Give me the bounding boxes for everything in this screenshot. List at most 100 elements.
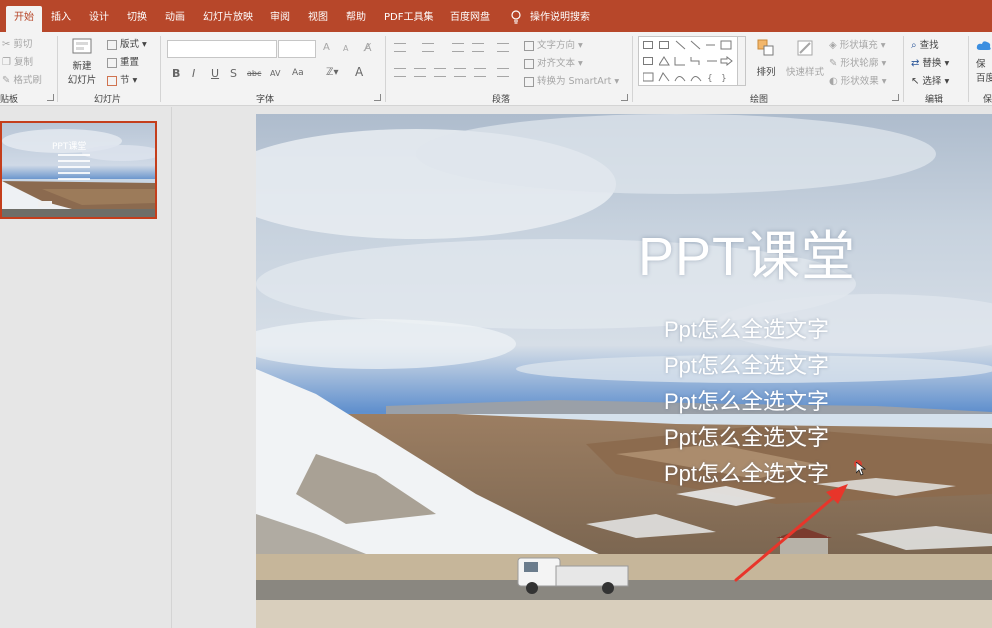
- text-direction-label: 文字方向: [537, 40, 576, 51]
- text-shadow-button[interactable]: S: [230, 67, 237, 80]
- more-shapes-icon[interactable]: { }: [643, 72, 735, 82]
- italic-button[interactable]: I: [192, 67, 195, 80]
- shape-outline-button[interactable]: ✎ 形状轮廓 ▾: [829, 55, 886, 69]
- ribbon-tab-bar: 开始 插入 设计 切换 动画 幻灯片放映 审阅 视图 帮助 PDF工具集 百度网…: [0, 0, 992, 32]
- align-left-icon[interactable]: [394, 68, 406, 77]
- clear-format-icon[interactable]: A̸: [364, 41, 372, 54]
- shape-gallery[interactable]: { }: [638, 36, 738, 86]
- lightbulb-icon[interactable]: [510, 10, 522, 24]
- save-baidu-button[interactable]: 保 百度: [976, 40, 992, 84]
- numbering-icon[interactable]: [422, 43, 434, 52]
- line-spacing-icon[interactable]: [497, 43, 509, 52]
- drawing-launcher-icon[interactable]: [892, 94, 899, 101]
- clipboard-launcher-icon[interactable]: [47, 94, 54, 101]
- slide-text-line-1[interactable]: Ppt怎么全选文字: [664, 312, 829, 344]
- separator: [903, 36, 904, 102]
- bold-button[interactable]: B: [172, 67, 180, 80]
- search-icon: ⌕: [911, 40, 917, 51]
- textbox-shape-icon[interactable]: [643, 41, 653, 49]
- layout-label: 版式: [120, 39, 140, 50]
- font-color-button[interactable]: A: [355, 65, 363, 79]
- strikethrough-button[interactable]: abc: [247, 69, 261, 78]
- copy-button[interactable]: ❐ 复制: [2, 54, 33, 68]
- font-name-input[interactable]: [167, 40, 277, 58]
- decrease-indent-icon[interactable]: [452, 43, 464, 52]
- tab-view[interactable]: 视图: [308, 6, 328, 32]
- text-direction-icon: [524, 40, 534, 51]
- tab-design[interactable]: 设计: [89, 6, 109, 32]
- change-case-button[interactable]: Aa: [292, 68, 304, 78]
- thumbnail-title: PPT课堂: [52, 142, 87, 152]
- font-launcher-icon[interactable]: [374, 94, 381, 101]
- line-shapes-icon[interactable]: [675, 40, 735, 50]
- quick-styles-icon: [797, 40, 813, 56]
- tab-pdf-tools[interactable]: PDF工具集: [384, 6, 433, 32]
- tab-home[interactable]: 开始: [6, 6, 42, 32]
- tab-insert[interactable]: 插入: [51, 6, 71, 32]
- slide-text-line-2[interactable]: Ppt怎么全选文字: [664, 348, 829, 380]
- drawing-group-label: 绘图: [750, 95, 769, 105]
- replace-button[interactable]: ⇄ 替换 ▾: [911, 55, 949, 69]
- cut-button[interactable]: ✂ 剪切: [2, 36, 32, 50]
- tab-help[interactable]: 帮助: [346, 6, 366, 32]
- shrink-font-icon[interactable]: A: [343, 44, 348, 53]
- svg-text:{: {: [707, 74, 713, 82]
- tab-slideshow[interactable]: 幻灯片放映: [203, 6, 253, 32]
- align-text-button[interactable]: 对齐文本 ▾: [524, 55, 583, 69]
- text-direction-button[interactable]: 文字方向 ▾: [524, 37, 583, 51]
- gallery-scrollbar[interactable]: [737, 36, 746, 86]
- select-label: 选择: [922, 76, 942, 87]
- distributed-icon[interactable]: [474, 68, 486, 77]
- bullets-icon[interactable]: [394, 43, 406, 52]
- font-size-input[interactable]: [278, 40, 316, 58]
- tab-baidu-netdisk[interactable]: 百度网盘: [450, 6, 490, 32]
- reset-button[interactable]: 重置: [107, 54, 139, 68]
- quick-styles-button[interactable]: 快速样式: [784, 38, 826, 78]
- select-button[interactable]: ↖ 选择 ▾: [911, 73, 949, 87]
- slide-text-line-4[interactable]: Ppt怎么全选文字: [664, 420, 829, 452]
- columns-icon[interactable]: [497, 68, 509, 77]
- tab-review[interactable]: 审阅: [270, 6, 290, 32]
- thumbnail-text-lines: [58, 154, 90, 180]
- tab-transitions[interactable]: 切换: [127, 6, 147, 32]
- arrange-button[interactable]: 排列: [754, 38, 778, 78]
- justify-icon[interactable]: [454, 68, 466, 77]
- find-button[interactable]: ⌕ 查找: [911, 37, 939, 51]
- char-spacing-button[interactable]: AV: [270, 69, 280, 78]
- save-baidu-label-1: 保: [976, 59, 986, 70]
- arrange-icon: [757, 39, 774, 56]
- char-spacing-2-button[interactable]: ℤ▾: [326, 67, 338, 78]
- scissors-icon: ✂: [2, 39, 11, 50]
- slide-text-line-5[interactable]: Ppt怎么全选文字: [664, 456, 829, 488]
- smartart-label: 转换为 SmartArt: [537, 76, 612, 87]
- shape-effects-button[interactable]: ◐ 形状效果 ▾: [829, 73, 887, 87]
- format-painter-button[interactable]: ✎ 格式刷: [2, 72, 42, 86]
- layout-icon: [107, 39, 117, 50]
- arrange-label: 排列: [756, 67, 776, 78]
- effects-icon: ◐: [829, 76, 838, 87]
- pen-icon: ✎: [829, 58, 838, 69]
- increase-indent-icon[interactable]: [472, 43, 484, 52]
- underline-button[interactable]: U: [211, 67, 219, 80]
- tab-animations[interactable]: 动画: [165, 6, 185, 32]
- slide-canvas[interactable]: PPT课堂 Ppt怎么全选文字 Ppt怎么全选文字 Ppt怎么全选文字 Ppt怎…: [256, 114, 992, 628]
- paragraph-launcher-icon[interactable]: [621, 94, 628, 101]
- grow-font-icon[interactable]: A: [323, 42, 330, 53]
- basic-shapes-icon[interactable]: [659, 56, 735, 66]
- slide-text-line-3[interactable]: Ppt怎么全选文字: [664, 384, 829, 416]
- replace-icon: ⇄: [911, 58, 920, 69]
- shape-fill-button[interactable]: ◈ 形状填充 ▾: [829, 37, 886, 51]
- smartart-button[interactable]: 转换为 SmartArt ▾: [524, 73, 619, 87]
- align-center-icon[interactable]: [414, 68, 426, 77]
- layout-button[interactable]: 版式 ▾: [107, 36, 147, 50]
- slide-thumbnail[interactable]: PPT课堂: [0, 121, 157, 219]
- vertical-textbox-shape-icon[interactable]: [659, 41, 669, 49]
- section-button[interactable]: 节 ▾: [107, 72, 137, 86]
- rectangle-shape-icon[interactable]: [643, 57, 653, 65]
- slide-title[interactable]: PPT课堂: [638, 212, 856, 291]
- new-slide-label-1: 新建: [72, 61, 92, 72]
- new-slide-button[interactable]: 新建 幻灯片: [64, 36, 100, 86]
- tell-me-search[interactable]: 操作说明搜索: [530, 6, 590, 32]
- align-right-icon[interactable]: [434, 68, 446, 77]
- align-text-icon: [524, 58, 534, 69]
